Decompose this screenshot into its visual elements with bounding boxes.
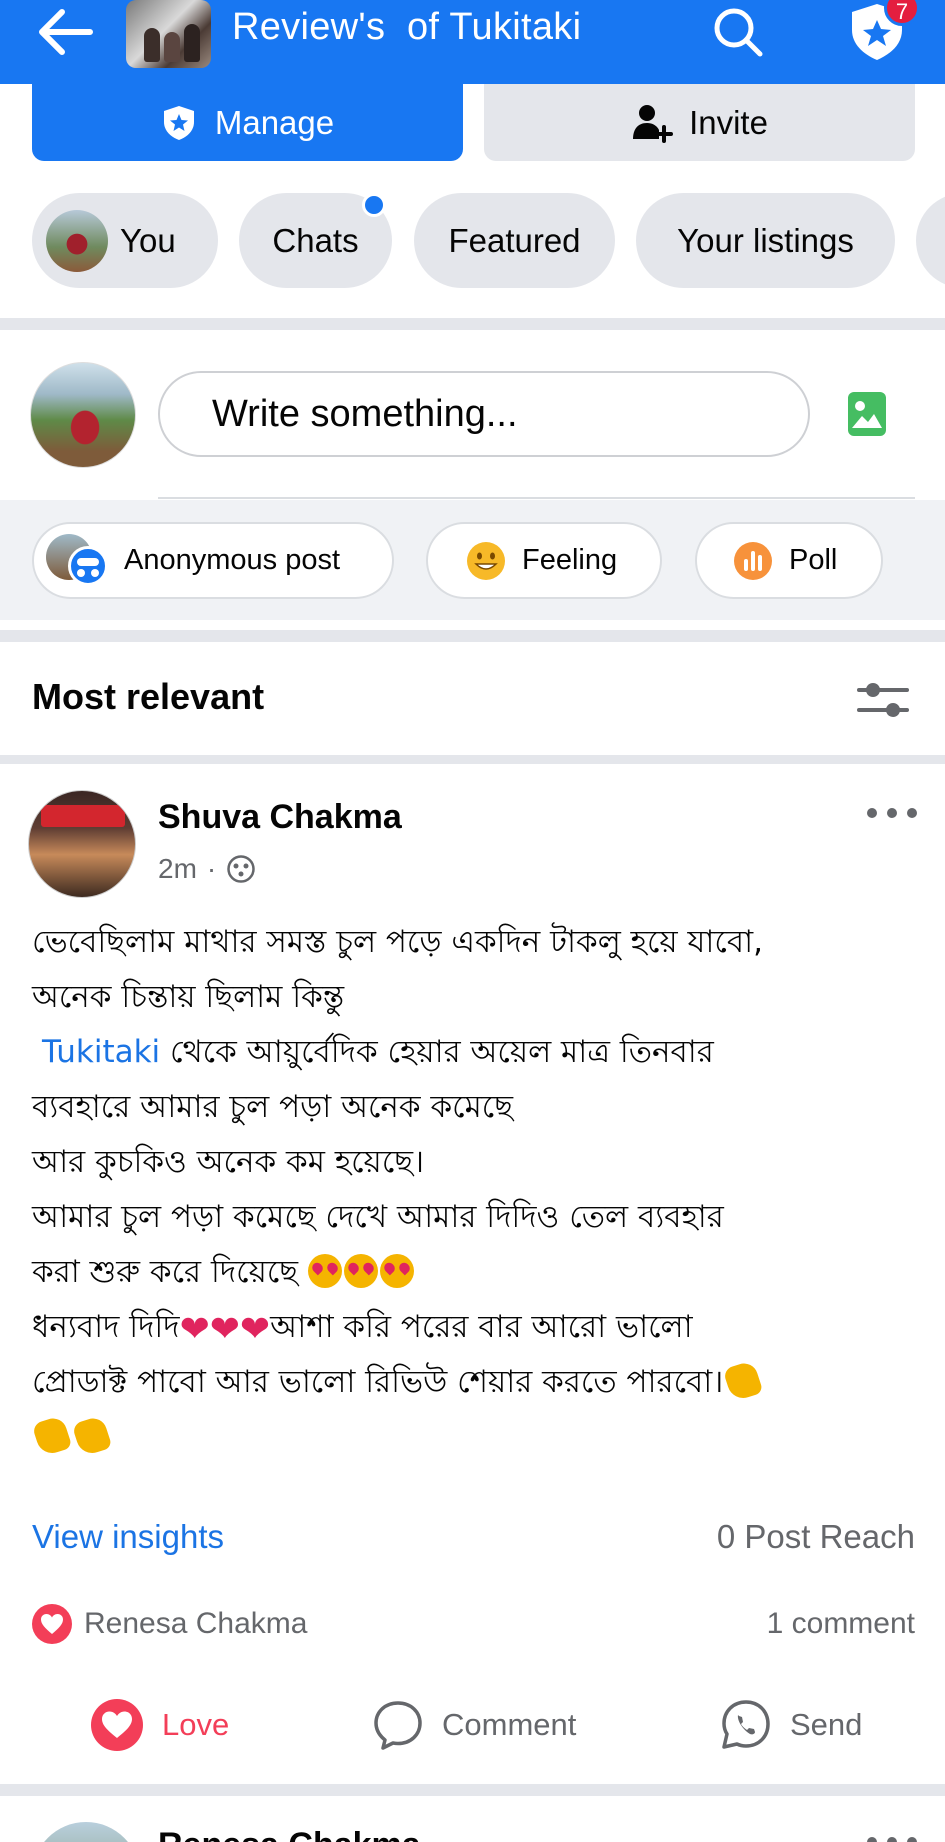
post-time[interactable]: 2m — [158, 853, 197, 885]
red-heart-emoji: ❤ — [179, 1309, 210, 1350]
clap-emoji — [31, 1414, 73, 1458]
invite-label: Invite — [689, 103, 768, 141]
feeling-button[interactable]: Feeling — [426, 522, 662, 599]
sort-label[interactable]: Most relevant — [32, 676, 264, 718]
post-author-name[interactable]: Shuva Chakma — [158, 798, 402, 837]
post-line-text: করা শুরু করে দিয়েছে — [32, 1254, 308, 1290]
tab-featured[interactable]: Featured — [414, 193, 615, 288]
post-line: ব্যবহারে আমার চুল পড়া অনেক কমেছে — [32, 1089, 514, 1125]
post-more-button[interactable] — [864, 1828, 920, 1842]
more-icon — [867, 808, 917, 818]
comment-button[interactable]: Comment — [372, 1695, 576, 1755]
tab-chats-label: Chats — [272, 221, 359, 259]
group-title[interactable]: Review's of Tukitaki — [232, 6, 581, 49]
anonymous-post-label: Anonymous post — [124, 544, 341, 576]
search-button[interactable] — [710, 4, 766, 60]
post-line: আর কুচকিও অনেক কম হয়েছে। — [32, 1144, 425, 1180]
post-line: করা শুরু করে দিয়েছে — [32, 1245, 917, 1300]
mention-link[interactable]: Tukitaki — [32, 1034, 160, 1070]
send-button[interactable]: Send — [720, 1695, 862, 1755]
love-label: Love — [162, 1707, 230, 1742]
anonymous-icon — [46, 533, 110, 588]
filter-button[interactable] — [855, 676, 911, 724]
love-button[interactable]: Love — [90, 1695, 229, 1755]
post-more-button[interactable] — [864, 800, 920, 826]
heart-eyes-emoji — [343, 1254, 378, 1288]
heart-eyes-emoji — [379, 1254, 414, 1288]
globe-icon — [227, 855, 255, 883]
red-heart-emoji: ❤ — [239, 1309, 271, 1350]
feeling-emoji-icon — [467, 541, 505, 580]
post-line-text: আশা করি পরের বার আরো ভালো — [270, 1309, 693, 1345]
tab-more[interactable] — [916, 193, 945, 288]
red-heart-emoji: ❤ — [209, 1309, 240, 1350]
post-author-name[interactable]: Renesa Chakma — [158, 1826, 421, 1842]
section-divider — [0, 318, 945, 330]
post-line — [31, 1410, 917, 1465]
write-something-input[interactable]: Write something... — [158, 371, 810, 457]
tab-you[interactable]: You — [32, 193, 218, 288]
love-icon — [41, 1614, 63, 1634]
shield-star-icon — [163, 105, 194, 140]
clap-emoji — [722, 1359, 764, 1403]
comment-count[interactable]: 1 comment — [767, 1607, 915, 1641]
filter-icon — [857, 683, 909, 717]
post-line-text: প্রোডাক্ট পাবো আর ভালো রিভিউ শেয়ার করতে… — [32, 1364, 724, 1400]
comment-icon — [374, 1701, 422, 1750]
post-line: আমার চুল পড়া কমেছে দেখে আমার দিদিও তেল … — [32, 1199, 724, 1235]
avatar[interactable] — [32, 1822, 140, 1842]
feeling-label: Feeling — [522, 544, 618, 576]
back-button[interactable] — [34, 6, 96, 58]
photo-icon — [848, 392, 886, 436]
post-line-text: ধন্যবাদ দিদি — [32, 1309, 180, 1345]
poll-button[interactable]: Poll — [695, 522, 883, 599]
send-label: Send — [790, 1707, 863, 1742]
heart-eyes-emoji — [307, 1254, 342, 1288]
search-icon — [714, 8, 763, 57]
unread-dot — [362, 193, 386, 217]
post-line-text: থেকে আয়ুর্বেদিক হেয়ার অয়েল মাত্র তিনব… — [160, 1034, 714, 1070]
post-meta: 2m · — [158, 853, 256, 885]
post-text: ভেবেছিলাম মাথার সমস্ত চুল পড়ে একদিন টাক… — [31, 915, 917, 1465]
post-reach: 0 Post Reach — [716, 1518, 915, 1555]
love-reaction-icon[interactable] — [32, 1604, 72, 1644]
meta-separator: · — [206, 853, 217, 884]
section-divider — [0, 630, 945, 642]
poll-icon — [734, 541, 772, 580]
post-line: অনেক চিন্তায় ছিলাম কিন্তু — [32, 979, 345, 1015]
send-icon — [722, 1700, 770, 1749]
view-insights-link[interactable]: View insights — [32, 1518, 224, 1556]
tab-you-label: You — [120, 221, 176, 259]
comment-label: Comment — [442, 1707, 577, 1742]
section-divider — [0, 1784, 945, 1796]
reactor-name[interactable]: Renesa Chakma — [84, 1607, 307, 1641]
avatar[interactable] — [30, 362, 136, 468]
group-cover-thumbnail[interactable] — [126, 0, 211, 68]
invite-button[interactable]: Invite — [484, 84, 915, 161]
poll-label: Poll — [789, 544, 838, 576]
post-line: প্রোডাক্ট পাবো আর ভালো রিভিউ শেয়ার করতে… — [32, 1355, 917, 1410]
manage-label: Manage — [214, 103, 335, 141]
post-line: ধন্যবাদ দিদি❤❤❤আশা করি পরের বার আরো ভালো — [32, 1300, 917, 1355]
tab-listings-label: Your listings — [677, 221, 854, 259]
post-line: ভেবেছিলাম মাথার সমস্ত চুল পড়ে একদিন টাক… — [32, 924, 763, 960]
more-icon — [867, 1837, 917, 1842]
tab-featured-label: Featured — [448, 221, 581, 259]
manage-button[interactable]: Manage — [32, 84, 463, 161]
top-app-bar: Review's of Tukitaki 7 — [0, 0, 945, 84]
divider — [158, 497, 915, 499]
group-tabs: You Chats Featured Your listings — [32, 193, 945, 288]
post-line: Tukitaki থেকে আয়ুর্বেদিক হেয়ার অয়েল ম… — [32, 1025, 917, 1080]
clap-emoji — [71, 1414, 113, 1458]
avatar[interactable] — [28, 790, 136, 898]
photo-button[interactable] — [846, 390, 888, 438]
section-divider — [0, 755, 945, 764]
avatar — [46, 209, 108, 272]
love-icon — [91, 1699, 143, 1751]
anonymous-post-button[interactable]: Anonymous post — [32, 522, 394, 599]
person-add-icon — [633, 104, 674, 143]
tab-your-listings[interactable]: Your listings — [636, 193, 895, 288]
back-arrow-icon — [39, 9, 93, 55]
